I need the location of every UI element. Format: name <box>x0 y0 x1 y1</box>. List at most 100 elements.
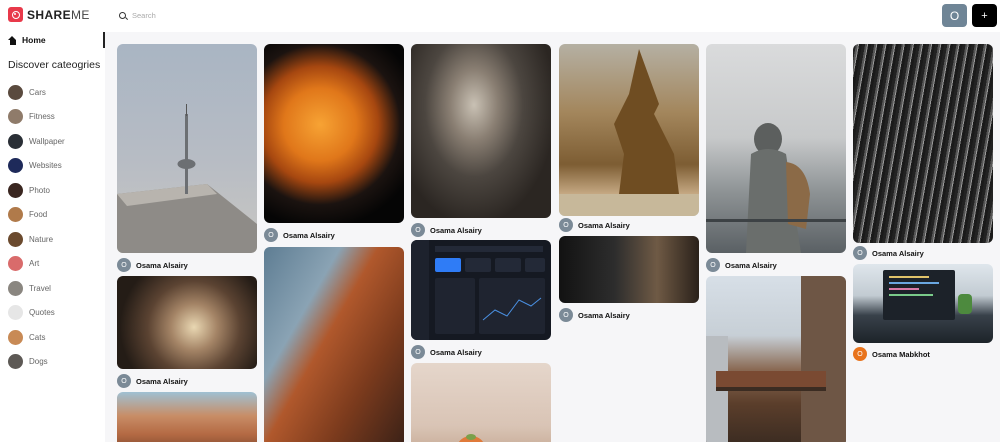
pin-author[interactable]: O Osama Alsairy <box>117 258 188 272</box>
pin-author[interactable]: O Osama Alsairy <box>853 246 924 260</box>
category-thumbnail <box>8 256 23 272</box>
author-name: Osama Alsairy <box>283 230 335 240</box>
pin-author[interactable]: O Osama Alsairy <box>411 345 482 359</box>
pin-card[interactable]: O Osama Mabkhot <box>853 264 993 364</box>
category-item-travel[interactable]: Travel <box>8 276 65 301</box>
pin-image[interactable] <box>411 44 551 218</box>
pin-card[interactable] <box>117 392 257 442</box>
bridge-illustration <box>706 276 846 442</box>
category-item-websites[interactable]: Websites <box>8 154 65 179</box>
pin-author[interactable]: O Osama Alsairy <box>411 223 482 237</box>
pin-author[interactable]: O Osama Alsairy <box>559 218 630 232</box>
category-item-food[interactable]: Food <box>8 203 65 228</box>
author-avatar: O <box>117 374 131 388</box>
pin-author[interactable]: O Osama Alsairy <box>559 308 630 322</box>
category-thumbnail <box>8 354 23 370</box>
category-label: Fitness <box>29 112 55 122</box>
author-avatar: O <box>264 228 278 242</box>
author-avatar: O <box>853 347 867 361</box>
pin-card[interactable] <box>264 247 404 442</box>
category-thumbnail <box>8 109 23 125</box>
logo[interactable]: SHAREME <box>8 7 90 22</box>
category-label: Food <box>29 210 48 220</box>
category-thumbnail <box>8 84 23 100</box>
category-item-photo[interactable]: Photo <box>8 178 65 203</box>
pin-image[interactable] <box>411 363 551 442</box>
pin-image[interactable] <box>117 392 257 442</box>
category-thumbnail <box>8 158 23 174</box>
pin-image[interactable] <box>853 264 993 343</box>
pin-feed: O Osama Alsairy O Osama Alsairy O Osama … <box>105 32 1000 442</box>
pin-image[interactable] <box>706 44 846 253</box>
pin-image[interactable] <box>117 276 257 369</box>
pin-image[interactable] <box>117 44 257 253</box>
home-icon <box>8 35 17 45</box>
app-root: SHAREME Home Discover cateogries Cars Fi… <box>0 0 1000 442</box>
pin-image[interactable] <box>264 247 404 442</box>
pin-author[interactable]: O Osama Alsairy <box>117 374 188 388</box>
category-item-wallpaper[interactable]: Wallpaper <box>8 129 65 154</box>
category-item-dogs[interactable]: Dogs <box>8 350 65 375</box>
pin-card[interactable]: O Osama Alsairy <box>264 44 404 246</box>
sidebar: SHAREME Home Discover cateogries Cars Fi… <box>0 0 105 442</box>
category-thumbnail <box>8 329 23 345</box>
pin-card[interactable] <box>706 276 846 442</box>
author-name: Osama Alsairy <box>725 260 777 270</box>
author-name: Osama Alsairy <box>136 376 188 386</box>
nav-home[interactable]: Home <box>8 32 105 48</box>
pin-card[interactable] <box>411 363 551 442</box>
category-label: Nature <box>29 234 54 244</box>
discover-categories-title: Discover cateogries <box>8 59 101 71</box>
category-item-cars[interactable]: Cars <box>8 80 65 105</box>
category-item-cats[interactable]: Cats <box>8 325 65 350</box>
author-name: Osama Alsairy <box>578 220 630 230</box>
fruit-illustration <box>458 434 484 442</box>
category-label: Wallpaper <box>29 136 65 146</box>
category-thumbnail <box>8 231 23 247</box>
hooded-person-illustration <box>706 123 846 253</box>
pin-image[interactable] <box>853 44 993 243</box>
camera-icon <box>8 7 23 22</box>
user-avatar-button[interactable]: O <box>942 4 967 27</box>
pin-card[interactable]: O Osama Alsairy <box>117 276 257 392</box>
author-name: Osama Alsairy <box>578 310 630 320</box>
nav-home-label: Home <box>22 35 46 45</box>
category-item-fitness[interactable]: Fitness <box>8 105 65 130</box>
pin-card[interactable]: O Osama Alsairy <box>117 44 257 276</box>
author-avatar: O <box>706 258 720 272</box>
author-avatar: O <box>117 258 131 272</box>
category-list: Cars Fitness Wallpaper Websites Photo Fo… <box>8 80 65 374</box>
search-icon <box>119 12 126 19</box>
pin-image[interactable] <box>559 44 699 216</box>
category-thumbnail <box>8 133 23 149</box>
category-label: Dogs <box>29 357 48 367</box>
pin-image[interactable] <box>706 276 846 442</box>
category-item-nature[interactable]: Nature <box>8 227 65 252</box>
author-name: Osama Alsairy <box>872 248 924 258</box>
pin-author[interactable]: O Osama Alsairy <box>264 228 335 242</box>
author-name: Osama Mabkhot <box>872 349 930 359</box>
author-avatar: O <box>853 246 867 260</box>
pin-card[interactable]: O Osama Alsairy <box>559 44 699 234</box>
category-thumbnail <box>8 305 23 321</box>
pin-card[interactable]: O Osama Alsairy <box>411 240 551 362</box>
category-item-quotes[interactable]: Quotes <box>8 301 65 326</box>
pin-card[interactable]: O Osama Alsairy <box>853 44 993 264</box>
category-item-art[interactable]: Art <box>8 252 65 277</box>
category-label: Cats <box>29 332 46 342</box>
pin-author[interactable]: O Osama Alsairy <box>706 258 777 272</box>
add-pin-button[interactable]: + <box>972 4 997 27</box>
category-label: Cars <box>29 87 46 97</box>
category-thumbnail <box>8 207 23 223</box>
pin-author[interactable]: O Osama Mabkhot <box>853 347 930 361</box>
pin-image[interactable] <box>559 236 699 303</box>
pin-card[interactable]: O Osama Alsairy <box>559 236 699 324</box>
category-label: Art <box>29 259 40 269</box>
pin-card[interactable]: O Osama Alsairy <box>706 44 846 276</box>
pin-image[interactable] <box>411 240 551 340</box>
pin-image[interactable] <box>264 44 404 223</box>
search-input[interactable] <box>132 11 532 20</box>
category-label: Photo <box>29 185 50 195</box>
tree-painting <box>559 49 699 216</box>
pin-card[interactable]: O Osama Alsairy <box>411 44 551 240</box>
